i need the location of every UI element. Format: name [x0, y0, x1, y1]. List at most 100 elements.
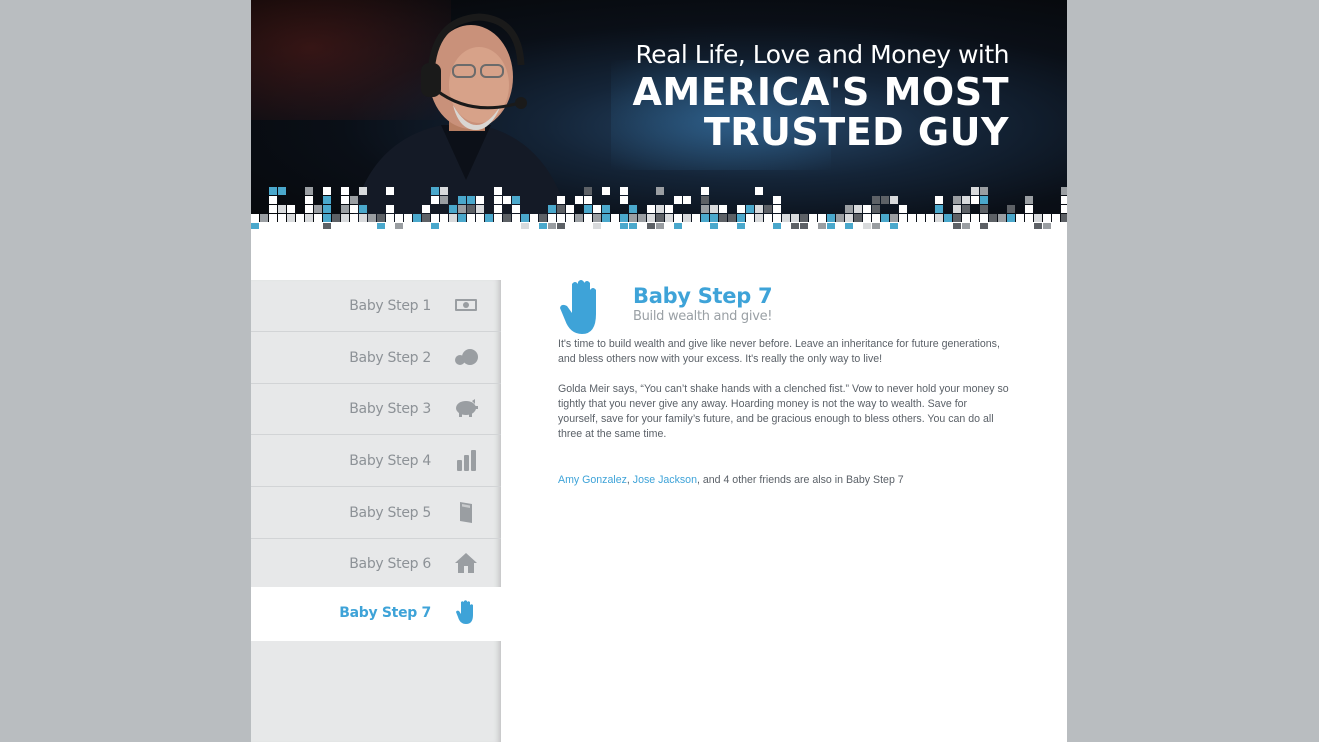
- pixel-square: [701, 187, 709, 195]
- pixel-square: [800, 223, 808, 229]
- pixel-square: [917, 223, 925, 229]
- pixel-square: [602, 223, 610, 229]
- banner-heading: Real Life, Love and Money with AMERICA'S…: [632, 38, 1009, 152]
- pixel-square: [566, 214, 574, 222]
- pixel-square: [1034, 223, 1042, 229]
- pixel-square: [476, 205, 484, 213]
- pixel-square: [305, 187, 313, 195]
- pixel-square: [980, 214, 988, 222]
- pixel-square: [494, 214, 502, 222]
- book-icon: [460, 502, 472, 523]
- pixel-square: [773, 214, 781, 222]
- pixel-square: [431, 214, 439, 222]
- pixel-square: [269, 214, 277, 222]
- pixel-square: [935, 214, 943, 222]
- pixel-square: [269, 187, 277, 195]
- pixel-square: [881, 196, 889, 204]
- banner-title-line1: AMERICA'S MOST: [632, 70, 1009, 114]
- pixel-square: [890, 223, 898, 229]
- pixel-square: [827, 223, 835, 229]
- pixel-square: [800, 214, 808, 222]
- pixel-square: [494, 205, 502, 213]
- pixel-square: [377, 214, 385, 222]
- pixel-square: [458, 214, 466, 222]
- sidebar-item-baby-step-5[interactable]: Baby Step 5: [251, 487, 501, 539]
- pixel-square: [620, 214, 628, 222]
- pixel-square: [1016, 223, 1024, 229]
- pixel-square: [386, 214, 394, 222]
- pixel-square: [701, 205, 709, 213]
- pixel-square: [1052, 214, 1060, 222]
- pixel-square: [773, 196, 781, 204]
- pixel-square: [449, 205, 457, 213]
- pixel-square: [791, 214, 799, 222]
- pixel-square: [476, 196, 484, 204]
- pixel-square: [503, 214, 511, 222]
- pixel-square: [764, 205, 772, 213]
- sidebar-item-label: Baby Step 4: [349, 453, 431, 469]
- pixel-square: [575, 214, 583, 222]
- pixel-square: [656, 205, 664, 213]
- pixel-square: [314, 214, 322, 222]
- pixel-square: [683, 223, 691, 229]
- sidebar-item-label: Baby Step 5: [349, 505, 431, 521]
- pixel-square: [872, 196, 880, 204]
- pixel-square: [260, 223, 268, 229]
- pixel-square: [602, 187, 610, 195]
- pixel-square: [935, 205, 943, 213]
- pixel-square: [674, 196, 682, 204]
- pixel-square: [404, 214, 412, 222]
- pixel-square: [845, 214, 853, 222]
- pixel-square: [395, 214, 403, 222]
- pixel-square: [521, 223, 529, 229]
- sidebar-item-baby-step-1[interactable]: Baby Step 1: [251, 280, 501, 332]
- pixel-square: [593, 214, 601, 222]
- pixel-square: [557, 214, 565, 222]
- pixel-square: [395, 223, 403, 229]
- pixel-square: [422, 223, 430, 229]
- pixel-square: [656, 214, 664, 222]
- friend-link[interactable]: Amy Gonzalez: [558, 474, 627, 486]
- pixel-square: [737, 214, 745, 222]
- pixel-square: [341, 196, 349, 204]
- pixel-square: [332, 214, 340, 222]
- pixel-square: [269, 205, 277, 213]
- pixel-square: [602, 214, 610, 222]
- sidebar-item-baby-step-3[interactable]: Baby Step 3: [251, 383, 501, 435]
- pixel-square: [1061, 196, 1067, 204]
- pixel-square: [818, 223, 826, 229]
- pixel-square: [665, 214, 673, 222]
- pixel-square: [836, 214, 844, 222]
- sidebar-item-baby-step-2[interactable]: Baby Step 2: [251, 332, 501, 384]
- pixel-square: [629, 214, 637, 222]
- pixel-square: [476, 214, 484, 222]
- pixel-square: [593, 223, 601, 229]
- pixel-square: [980, 196, 988, 204]
- pixel-square: [305, 205, 313, 213]
- pixel-square: [1007, 205, 1015, 213]
- pixel-square: [350, 205, 358, 213]
- sidebar-item-baby-step-7[interactable]: Baby Step 7: [251, 587, 501, 641]
- pixel-square: [305, 223, 313, 229]
- pixel-square: [278, 205, 286, 213]
- pixel-square: [341, 187, 349, 195]
- sidebar-item-baby-step-4[interactable]: Baby Step 4: [251, 435, 501, 487]
- pixel-square: [953, 196, 961, 204]
- pixel-square: [287, 223, 295, 229]
- pixel-square: [341, 223, 349, 229]
- sidebar-item-baby-step-6[interactable]: Baby Step 6: [251, 538, 501, 590]
- pixel-square: [953, 223, 961, 229]
- pixel-square: [602, 205, 610, 213]
- pixel-square: [341, 214, 349, 222]
- pixel-square: [1007, 223, 1015, 229]
- pixel-square: [584, 187, 592, 195]
- pixel-square: [719, 214, 727, 222]
- pixel-square: [584, 205, 592, 213]
- pixel-square: [323, 205, 331, 213]
- pixel-square: [341, 205, 349, 213]
- pixel-square: [557, 196, 565, 204]
- friend-link[interactable]: Jose Jackson: [633, 474, 697, 486]
- pixel-square: [854, 205, 862, 213]
- step-subtitle: Build wealth and give!: [633, 309, 773, 324]
- pixel-square: [899, 214, 907, 222]
